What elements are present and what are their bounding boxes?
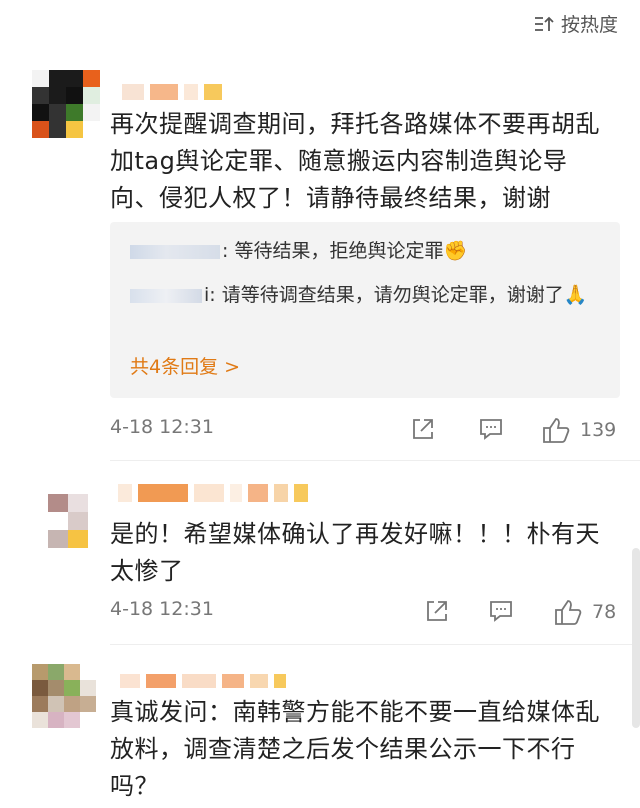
timestamp: 4-18 12:31 bbox=[110, 416, 214, 438]
sort-icon bbox=[534, 16, 554, 31]
like-button[interactable]: 139 bbox=[542, 416, 616, 444]
username-blurred[interactable] bbox=[118, 484, 308, 502]
thumbs-up-icon bbox=[555, 600, 582, 625]
username-blurred[interactable] bbox=[122, 84, 222, 100]
share-button[interactable] bbox=[424, 598, 450, 624]
reply-preview-box[interactable]: : 等待结果，拒绝舆论定罪✊ i: 请等待调查结果，请勿舆论定罪，谢谢了🙏 共4… bbox=[110, 222, 620, 398]
avatar[interactable] bbox=[32, 70, 100, 138]
reply-text: : 等待结果，拒绝舆论定罪 bbox=[222, 240, 444, 262]
sort-by-hot-button[interactable]: 按热度 bbox=[533, 10, 618, 37]
like-count: 78 bbox=[592, 601, 617, 623]
share-icon bbox=[427, 601, 447, 621]
like-count: 139 bbox=[580, 419, 617, 441]
reply-button[interactable] bbox=[478, 416, 504, 442]
reply-username-blurred bbox=[130, 244, 220, 259]
timestamp: 4-18 12:31 bbox=[110, 598, 214, 620]
divider bbox=[110, 460, 640, 461]
scrollbar[interactable] bbox=[632, 548, 640, 728]
divider bbox=[110, 644, 640, 645]
reply-button[interactable] bbox=[488, 598, 514, 624]
share-button[interactable] bbox=[410, 416, 436, 442]
comment-text: 再次提醒调查期间，拜托各路媒体不要再胡乱加tag舆论定罪、随意搬运内容制造舆论导… bbox=[110, 110, 600, 212]
comment-icon bbox=[480, 419, 502, 440]
avatar[interactable] bbox=[32, 664, 96, 728]
share-icon bbox=[413, 419, 433, 439]
reply-item: : 等待结果，拒绝舆论定罪✊ bbox=[130, 236, 600, 266]
like-button[interactable]: 78 bbox=[554, 598, 616, 626]
more-replies-link[interactable]: 共4条回复 > bbox=[130, 352, 240, 379]
sort-label: 按热度 bbox=[560, 14, 618, 36]
thumbs-up-icon bbox=[543, 418, 570, 443]
reply-item: i: 请等待调查结果，请勿舆论定罪，谢谢了🙏 bbox=[130, 280, 600, 310]
username-blurred[interactable] bbox=[120, 674, 286, 688]
comment-text: 是的！希望媒体确认了再发好嘛！！！朴有天太惨了 bbox=[110, 520, 600, 585]
pray-emoji-icon: 🙏 bbox=[563, 284, 588, 306]
fist-emoji-icon: ✊ bbox=[443, 240, 468, 262]
comment-icon bbox=[490, 601, 512, 622]
reply-text: i: 请等待调查结果，请勿舆论定罪，谢谢了 bbox=[204, 284, 564, 306]
reply-username-blurred bbox=[130, 288, 202, 303]
comment-text: 真诚发问：南韩警方能不能不要一直给媒体乱放料，调查清楚之后发个结果公示一下不行吗… bbox=[110, 698, 600, 800]
avatar[interactable] bbox=[48, 494, 88, 550]
comment-meta: 4-18 12:31 139 bbox=[110, 416, 620, 446]
comment-meta: 4-18 12:31 78 bbox=[110, 598, 620, 628]
